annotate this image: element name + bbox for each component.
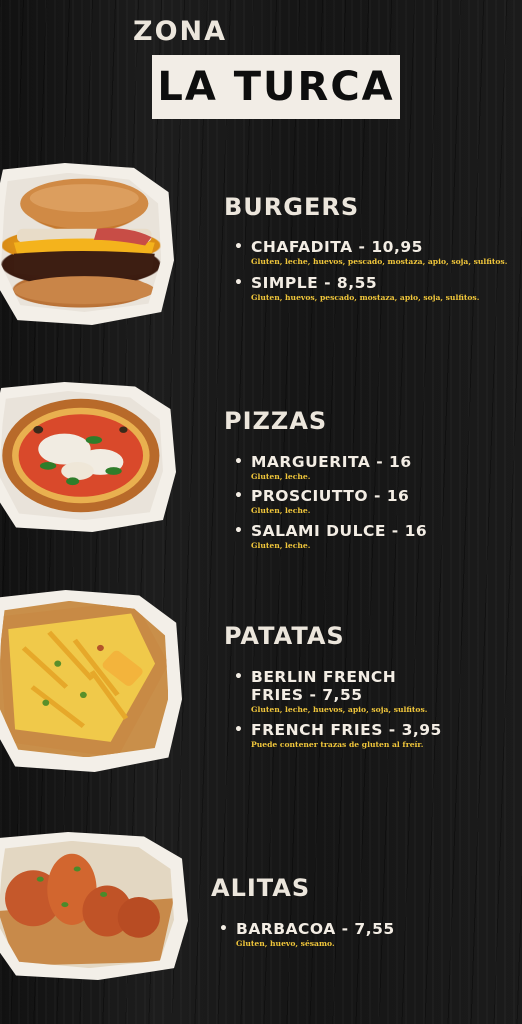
- bullet-icon: •: [234, 523, 244, 539]
- wings-icon: [0, 853, 174, 966]
- bullet-icon: •: [234, 488, 244, 504]
- allergens-text: Gluten, leche, huevos, pescado, mostaza,…: [251, 257, 508, 266]
- menu-item-line2: FRIES - 7,55: [251, 686, 363, 704]
- menu-item: • BARBACOA - 7,55: [219, 920, 395, 938]
- pizza-photo: [0, 382, 176, 532]
- menu-item: • CHAFADITA - 10,95: [234, 238, 423, 256]
- bullet-icon: •: [234, 722, 244, 738]
- zona-label: ZONA: [133, 16, 228, 47]
- section-title-pizzas: PIZZAS: [224, 407, 328, 435]
- bullet-icon: •: [234, 669, 244, 685]
- allergens-text: Gluten, leche.: [251, 506, 311, 515]
- section-title-burgers: BURGERS: [224, 193, 360, 221]
- burger-photo: [0, 163, 174, 325]
- allergens-text: Gluten, huevo, sésamo.: [236, 939, 335, 948]
- bullet-icon: •: [234, 275, 244, 291]
- section-title-alitas: ALITAS: [211, 874, 311, 902]
- wings-photo: [0, 832, 188, 980]
- allergens-text: Gluten, leche, huevos, apio, soja, sulfi…: [251, 705, 428, 714]
- allergens-text: Gluten, leche.: [251, 541, 311, 550]
- page-title: LA TURCA: [157, 64, 395, 110]
- bullet-icon: •: [234, 454, 244, 470]
- menu-item: • SALAMI DULCE - 16: [234, 522, 428, 540]
- menu-item: • BERLIN FRENCH: [234, 668, 397, 686]
- fries-icon: [0, 600, 169, 758]
- menu-item: • FRENCH FRIES - 3,95: [234, 721, 442, 739]
- burger-icon: [13, 178, 155, 304]
- menu-item: • SIMPLE - 8,55: [234, 274, 378, 292]
- title-box: LA TURCA: [152, 55, 400, 119]
- bullet-icon: •: [219, 921, 229, 937]
- allergens-text: Gluten, huevos, pescado, mostaza, apio, …: [251, 293, 480, 302]
- section-title-patatas: PATATAS: [224, 622, 345, 650]
- menu-item: • PROSCIUTTO - 16: [234, 487, 410, 505]
- menu-item: • MARGUERITA - 16: [234, 453, 412, 471]
- allergens-text: Gluten, leche.: [251, 472, 311, 481]
- fries-photo: [0, 590, 182, 772]
- allergens-text: Puede contener trazas de gluten al freír…: [251, 740, 424, 749]
- bullet-icon: •: [234, 239, 244, 255]
- pizza-icon: [2, 398, 160, 513]
